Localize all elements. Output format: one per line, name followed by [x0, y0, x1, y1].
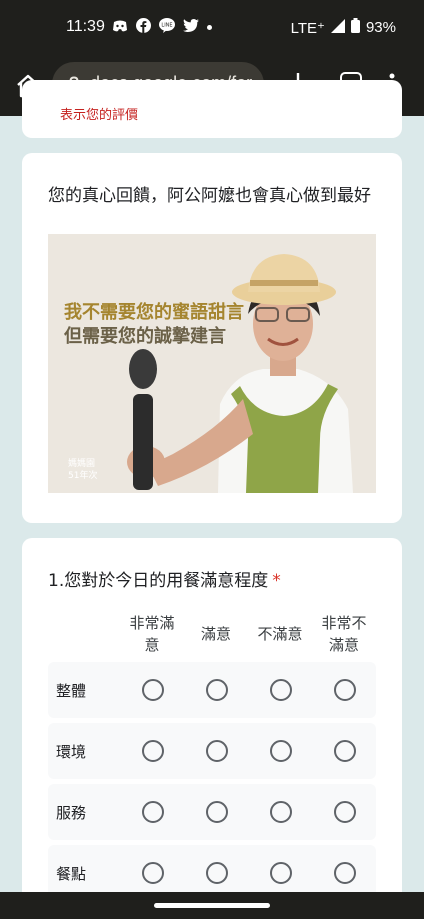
woman-with-microphone-illustration [48, 234, 376, 493]
system-navigation-bar [0, 892, 424, 919]
column-header-very-satisfied: 非常滿意 [129, 614, 175, 654]
section-header-card: 您的真心回饋，阿公阿嬤也會真心做到最好 我不需要您的蜜語甜言 但需要您的誠摯建言… [22, 153, 402, 523]
radio-meal-satisfied[interactable] [206, 862, 228, 884]
radio-overall-unsatisfied[interactable] [270, 679, 292, 701]
status-time: 11:39 [66, 18, 105, 35]
grid-row: 整體 [48, 662, 376, 718]
facebook-icon [136, 18, 151, 37]
image-quote-line-1: 我不需要您的蜜語甜言 [64, 302, 244, 323]
radio-service-satisfied[interactable] [206, 801, 228, 823]
grid-row: 環境 [48, 723, 376, 779]
row-label: 整體 [56, 682, 87, 700]
radio-service-unsatisfied[interactable] [270, 801, 292, 823]
radio-environment-unsatisfied[interactable] [270, 740, 292, 762]
radio-service-very-satisfied[interactable] [142, 801, 164, 823]
discord-icon [112, 19, 128, 37]
radio-meal-unsatisfied[interactable] [270, 862, 292, 884]
radio-meal-very-unsatisfied[interactable] [334, 862, 356, 884]
gesture-handle[interactable] [154, 903, 270, 908]
image-logo-text: 媽媽園 51年次 [68, 459, 98, 481]
radio-overall-very-satisfied[interactable] [142, 679, 164, 701]
row-label: 環境 [56, 743, 87, 761]
previous-card-text: 表示您的評價 [60, 108, 139, 123]
network-type: LTE⁺ [290, 19, 325, 37]
radio-overall-very-unsatisfied[interactable] [334, 679, 356, 701]
column-header-unsatisfied: 不滿意 [257, 625, 303, 643]
grid-row: 服務 [48, 784, 376, 840]
svg-text:LINE: LINE [161, 23, 172, 29]
status-bar: 11:39 LINE LTE⁺ 93% [0, 0, 424, 56]
section-title: 您的真心回饋，阿公阿嬤也會真心做到最好 [48, 186, 371, 206]
image-quote-line-2: 但需要您的誠摯建言 [64, 326, 226, 347]
previous-card: 表示您的評價 [22, 80, 402, 138]
required-asterisk: * [272, 571, 281, 591]
notification-icons: LINE [112, 18, 212, 37]
radio-environment-very-unsatisfied[interactable] [334, 740, 356, 762]
column-header-very-unsatisfied: 非常不 滿意 [321, 614, 367, 654]
radio-environment-satisfied[interactable] [206, 740, 228, 762]
radio-meal-very-satisfied[interactable] [142, 862, 164, 884]
radio-service-very-unsatisfied[interactable] [334, 801, 356, 823]
row-label: 餐點 [56, 865, 87, 883]
line-icon: LINE [159, 18, 175, 37]
signal-icon [330, 18, 345, 37]
radio-environment-very-satisfied[interactable] [142, 740, 164, 762]
battery-percent: 93% [365, 19, 396, 36]
question-title: 1.您對於今日的用餐滿意程度 * [48, 566, 281, 591]
question-card: 1.您對於今日的用餐滿意程度 * 非常滿意 滿意 不滿意 非常不 滿意 整體 環境 … [22, 538, 402, 918]
twitter-icon [183, 19, 199, 36]
system-status: LTE⁺ 93% [291, 18, 396, 37]
question-text: 1.您對於今日的用餐滿意程度 [48, 571, 269, 591]
more-notifications-dot-icon [207, 25, 212, 30]
row-label: 服務 [56, 804, 87, 822]
column-header-satisfied: 滿意 [200, 625, 231, 643]
radio-overall-satisfied[interactable] [206, 679, 228, 701]
battery-icon [350, 18, 360, 37]
section-image: 我不需要您的蜜語甜言 但需要您的誠摯建言 媽媽園 51年次 [48, 234, 376, 493]
